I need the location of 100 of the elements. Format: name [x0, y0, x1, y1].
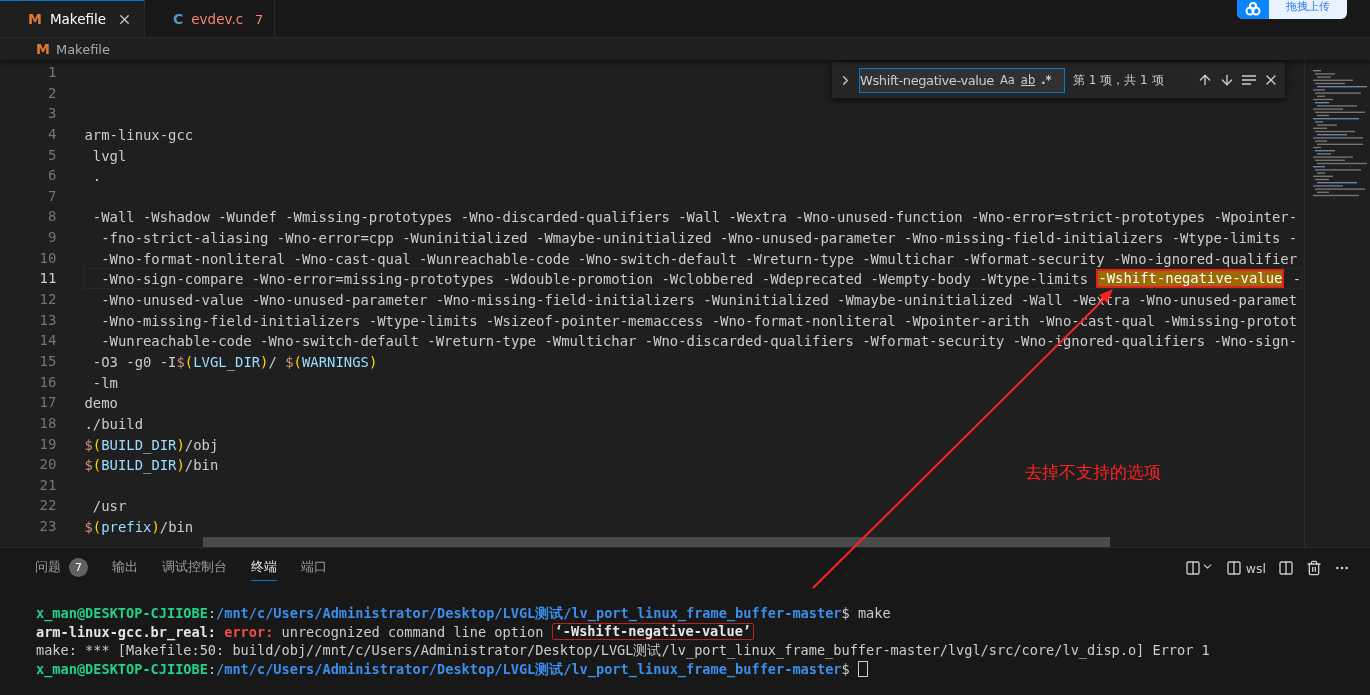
code-token: )	[176, 435, 185, 454]
file-type-icon: M	[36, 41, 50, 57]
terminal-user: x_man@DESKTOP-CJIIOBE	[36, 659, 208, 678]
file-type-icon: M	[28, 11, 42, 27]
variable-name: prefix	[101, 518, 152, 536]
line-number: 3	[48, 104, 57, 124]
line-number: 1	[48, 63, 57, 82]
line-number: 12	[39, 290, 57, 310]
file-type-icon: C	[173, 11, 184, 27]
terminal-text: unrecognized command line option	[280, 622, 545, 641]
terminal-user: x_man@DESKTOP-CJIIOBE	[36, 604, 208, 623]
variable-name: BUILD_DIR	[101, 435, 177, 454]
code-token: -O3 -g0 -I	[91, 352, 177, 371]
terminal-text: :	[207, 604, 217, 623]
line-number: 5	[48, 145, 57, 165]
match-count: 第 1 项，共 1 项	[1073, 71, 1165, 89]
code-token: /bin	[184, 456, 219, 474]
line-number: 2	[48, 83, 57, 103]
code-token: (	[92, 518, 102, 536]
code-token: (	[92, 435, 102, 454]
line-number: 19	[39, 434, 57, 454]
code-token: $	[176, 352, 185, 371]
cloud-icon	[1237, 0, 1269, 19]
panel-tab[interactable]: 终端	[251, 555, 277, 581]
search-option-toggle[interactable]: ab	[1020, 73, 1036, 87]
code-line: lvgl	[91, 146, 127, 165]
panel-tab[interactable]: 问题 7	[35, 555, 88, 581]
search-option-toggle[interactable]: Aa	[999, 73, 1015, 87]
variable-name: LVGL_DIR	[193, 352, 261, 371]
code-line: arm-linux-gcc	[84, 125, 194, 144]
code-line: -fno-strict-aliasing -Wno-error=cpp -Wuninitialized -Wmaybe-uninitialized -Wno-unused-parameter -Wno-missing-field-initializers -Wtype-limits -	[100, 229, 1298, 247]
line-number: 6	[48, 166, 57, 186]
terminal-text: ‘-Wshift-negative-value’	[551, 623, 755, 641]
code-token: (	[293, 352, 302, 371]
line-number: 4	[48, 124, 57, 144]
panel-tab[interactable]: 输出	[112, 555, 138, 581]
trash-icon[interactable]	[1306, 560, 1322, 576]
terminal-profile[interactable]: wsl	[1225, 560, 1266, 576]
code-token: $	[285, 352, 294, 371]
line-number: 18	[39, 413, 57, 433]
code-token: -	[1291, 270, 1302, 289]
scrollbar-thumb[interactable]	[203, 537, 1110, 547]
code-token: /obj	[184, 435, 219, 454]
terminal-text: $	[841, 659, 850, 677]
line-number: 23	[39, 517, 57, 537]
terminal-text: make: *** [Makefile:50: build/obj//mnt/c/Users/Administrator/Desktop/LVGL测试/lv_port_linux_frame_buffer-master/lvgl/src/core/lv_disp.o] Error 1	[36, 641, 1210, 660]
terminal-path: /mnt/c/Users/Administrator/Desktop/LVGL测试/lv_port_linux_frame_buffer-master	[216, 604, 842, 623]
line-number: 17	[39, 393, 57, 413]
line-number: 14	[39, 331, 57, 351]
line-number: 7	[48, 186, 57, 206]
terminal-text: $ make	[841, 604, 891, 621]
minimap[interactable]	[1304, 60, 1370, 547]
code-line: .	[91, 167, 102, 185]
lines-icon[interactable]	[1241, 72, 1257, 88]
code-token: )	[368, 352, 378, 371]
code-line: /usr	[91, 497, 127, 516]
terminal-path: /mnt/c/Users/Administrator/Desktop/LVGL测试/lv_port_linux_frame_buffer-master	[216, 659, 842, 678]
code-token: (	[92, 456, 102, 474]
code-token: $	[84, 456, 93, 474]
panel-tab[interactable]: 调试控制台	[162, 555, 227, 581]
code-line: demo	[84, 394, 118, 412]
search-match: -Wshift-negative-value	[1096, 269, 1285, 289]
terminal-text: :	[207, 659, 217, 678]
variable-name: WARNINGS	[301, 352, 369, 371]
error-label: error:	[224, 622, 274, 641]
line-number: 10	[39, 248, 57, 268]
code-token: )	[151, 518, 160, 536]
search-option-toggle[interactable]: .*	[1041, 73, 1052, 87]
code-token: /bin	[159, 518, 194, 536]
code-token: -Wno-sign-compare -Wno-error=missing-prototypes -Wdouble-promotion -Wclobbered -Wdeprecated -Wempty-body -Wtype-limits	[100, 270, 1089, 289]
profile-label: wsl	[1245, 560, 1266, 576]
split-layout-icon[interactable]	[1184, 560, 1214, 576]
line-number: 8	[48, 207, 57, 227]
terminal-text: arm-linux-gcc.br_real:	[36, 622, 218, 641]
split-icon[interactable]	[1278, 560, 1294, 576]
code-line: ./build	[84, 414, 143, 433]
find-input[interactable]: Wshift-negative-value Aa ab .*	[859, 67, 1065, 93]
line-number: 15	[39, 351, 57, 371]
code-token: (	[184, 352, 194, 371]
code-token: )	[176, 456, 185, 474]
editor-tab[interactable]: M Makefile	[0, 0, 145, 37]
breadcrumb-item[interactable]: Makefile	[55, 41, 110, 57]
terminal-cursor	[857, 660, 868, 677]
line-number: 16	[39, 372, 57, 392]
line-number: 21	[39, 475, 57, 495]
code-token: )	[260, 352, 269, 370]
code-line: -lm	[91, 373, 118, 392]
code-token: $	[84, 518, 93, 536]
count-badge: 7	[69, 558, 88, 577]
line-number: 22	[39, 496, 57, 516]
code-token: /	[268, 352, 278, 371]
annotation-text: 去掉不支持的选项	[1025, 461, 1161, 484]
problem-count: 7	[255, 11, 264, 27]
variable-name: BUILD_DIR	[101, 456, 177, 474]
panel-tab[interactable]: 端口	[301, 555, 327, 581]
upload-widget[interactable]: 拖拽上传	[1237, 0, 1347, 19]
split-icon	[1225, 560, 1242, 576]
line-number: 13	[39, 310, 57, 330]
line-number: 11	[39, 269, 57, 289]
code-line: -Wno-format-nonliteral -Wno-cast-qual -Wunreachable-code -Wno-switch-default -Wreturn-type -Wmultichar -Wformat-security -Wno-ignored-qualifier	[100, 249, 1298, 268]
